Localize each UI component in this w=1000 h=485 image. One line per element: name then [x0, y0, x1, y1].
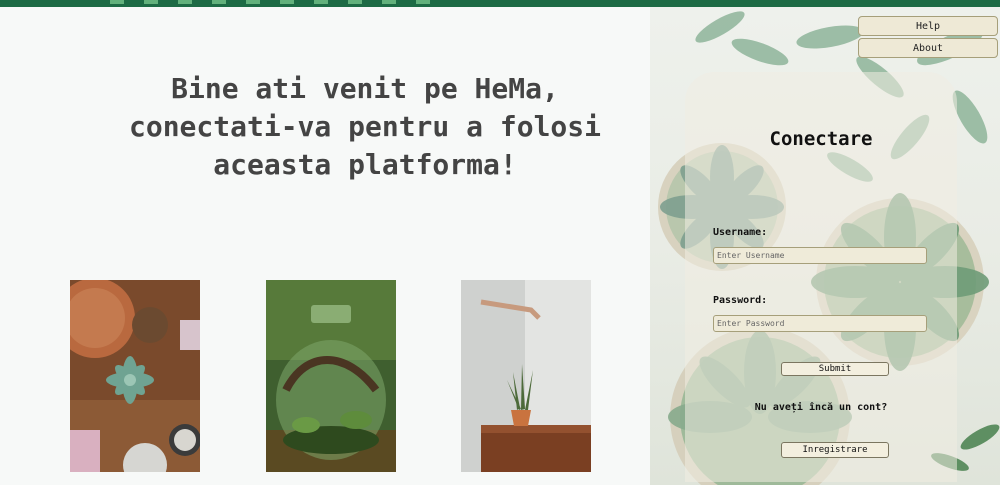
- about-button[interactable]: About: [858, 38, 998, 58]
- password-input[interactable]: [713, 315, 927, 332]
- welcome-heading: Bine ati venit pe HeMa, conectati-va pen…: [95, 70, 635, 184]
- password-label: Password:: [713, 295, 768, 306]
- succulents-table-photo: [70, 280, 200, 472]
- login-title: Conectare: [769, 128, 873, 150]
- username-label: Username:: [713, 227, 768, 238]
- no-account-text: Nu aveți încă un cont?: [754, 402, 888, 413]
- welcome-line-2: conectati-va pentru a folosi: [128, 110, 601, 143]
- login-panel: Conectare Username: Password: Submit Nu …: [685, 72, 957, 482]
- snake-plant-photo: [461, 280, 591, 472]
- submit-button[interactable]: Submit: [781, 362, 889, 376]
- top-bar-pattern: [110, 0, 440, 4]
- help-button[interactable]: Help: [858, 16, 998, 36]
- welcome-line-1: Bine ati venit pe HeMa,: [171, 72, 559, 105]
- username-input[interactable]: [713, 247, 927, 264]
- top-accent-bar: [0, 0, 1000, 7]
- welcome-line-3: aceasta platforma!: [213, 148, 517, 181]
- register-button[interactable]: Inregistrare: [781, 442, 889, 458]
- terrarium-jar-photo: [266, 280, 396, 472]
